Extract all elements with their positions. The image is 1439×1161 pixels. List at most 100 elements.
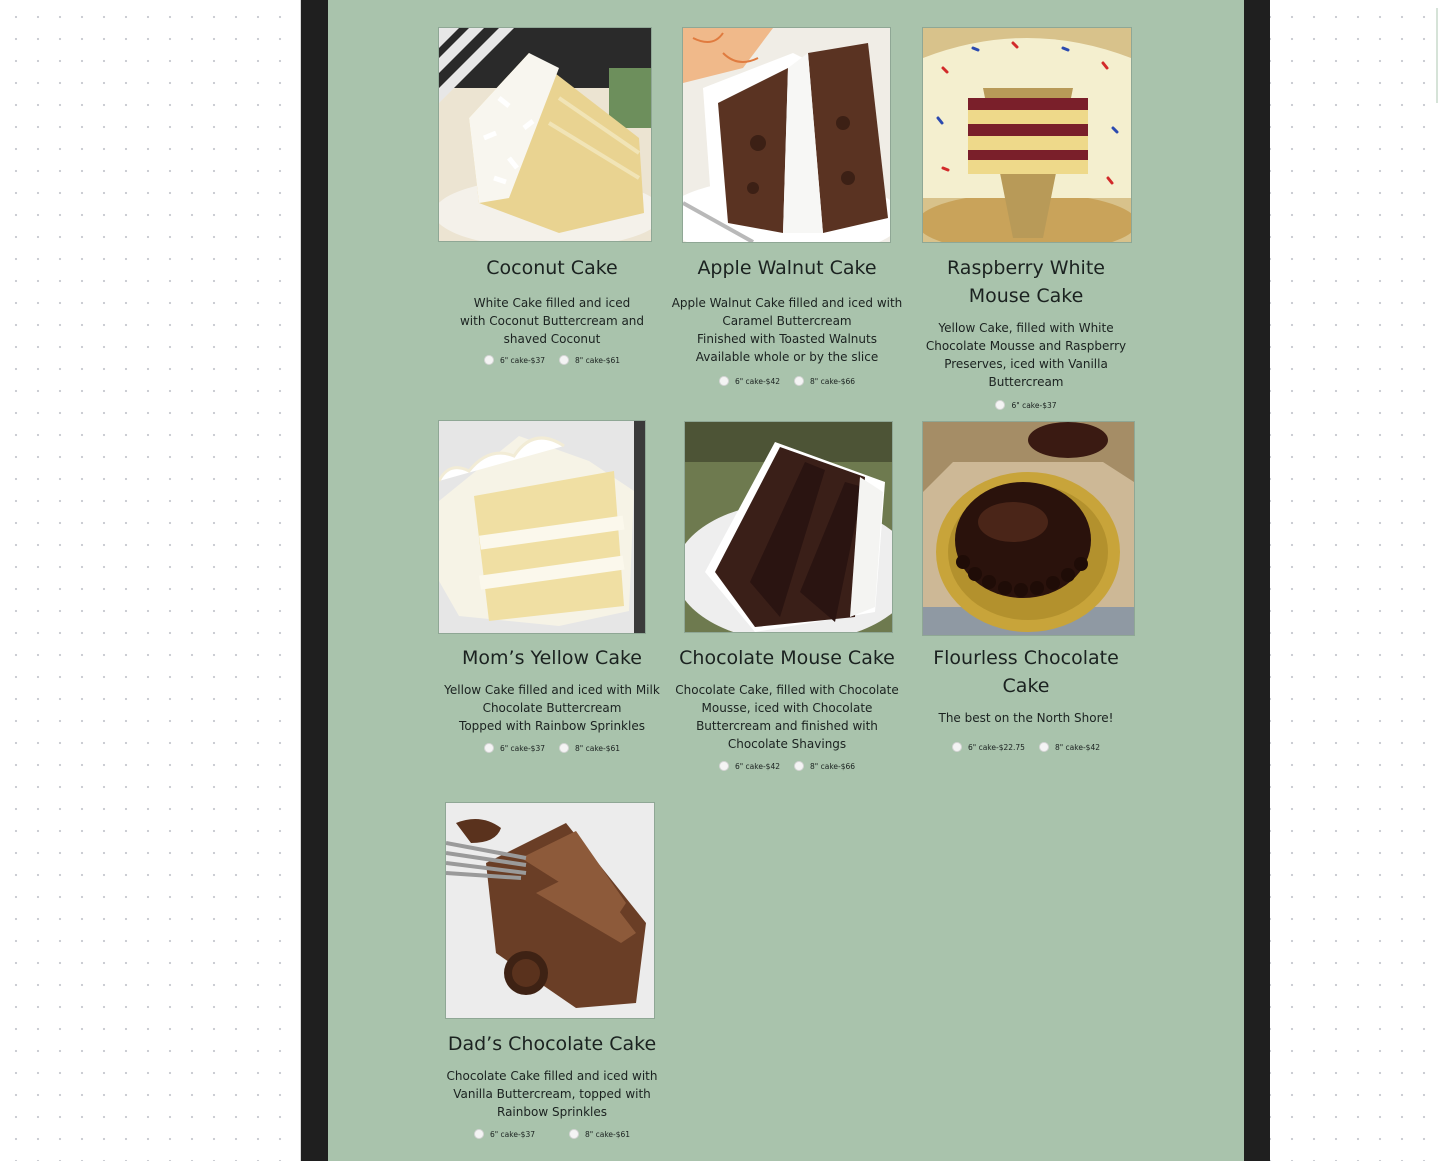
cake-photo-flourless-chocolate-image [923, 422, 1134, 635]
size-option-label: 6" cake-$37 [499, 743, 545, 753]
cake-photo-dads-chocolate-image [446, 803, 654, 1018]
size-option-label: 8" cake-$42 [1054, 742, 1100, 752]
radio-button[interactable] [1038, 742, 1049, 752]
cake-description-flourless-chocolate: The best on the North Shore! [906, 709, 1146, 727]
cake-description-line: Chocolate Buttercream [482, 701, 622, 715]
cake-description-line: Chocolate Mousse and Raspberry [925, 339, 1127, 353]
radio-button[interactable] [794, 376, 804, 386]
size-option-label: 6" cake-$37 [1011, 400, 1057, 410]
cake-photo-apple-walnut[interactable] [682, 27, 891, 243]
size-options-chocolate-mouse: 6" cake-$42 8" cake-$66 [667, 761, 907, 771]
size-option-label: 8" cake-$61 [575, 743, 621, 753]
cake-description-dads-chocolate: Chocolate Cake filled and iced with Vani… [432, 1067, 672, 1121]
cake-photo-chocolate-mouse-image [685, 422, 892, 632]
cake-description-line: Preserves, iced with Vanilla [944, 357, 1108, 371]
cake-title-dads-chocolate: Dad’s Chocolate Cake [447, 1033, 657, 1055]
cake-photo-coconut[interactable] [438, 27, 652, 242]
size-option-6in[interactable]: 6" cake-$37 [483, 743, 545, 753]
cake-description-line: Topped with Rainbow Sprinkles [459, 719, 645, 733]
cake-title-apple-walnut: Apple Walnut Cake [697, 257, 877, 279]
cake-photo-raspberry-white[interactable] [922, 27, 1132, 243]
cake-description-line: Chocolate Shavings [727, 737, 847, 751]
size-option-6in[interactable]: 6" cake-$42 [718, 376, 780, 386]
size-option-8in[interactable]: 8" cake-$42 [1038, 742, 1100, 752]
size-option-6in[interactable]: 6" cake-$42 [718, 761, 780, 771]
cake-description-line: Yellow Cake, filled with White [938, 321, 1114, 335]
size-options-raspberry-white: 6" cake-$37 [906, 400, 1146, 410]
size-option-6in[interactable]: 6" cake-$37 [473, 1129, 535, 1139]
radio-button[interactable] [718, 761, 729, 771]
cake-description-line: Chocolate Cake filled and iced with [446, 1069, 658, 1083]
radio-button[interactable] [569, 1129, 579, 1139]
cake-description-line: Caramel Buttercream [722, 314, 852, 328]
cake-photo-dads-chocolate[interactable] [445, 802, 655, 1019]
radio-button[interactable] [995, 400, 1006, 410]
cake-photo-apple-walnut-image [683, 28, 890, 242]
cake-photo-moms-yellow[interactable] [438, 420, 646, 634]
size-option-6in[interactable]: 6" cake-$37 [995, 400, 1057, 410]
size-option-6in[interactable]: 6" cake-$22.75 [951, 742, 1025, 752]
cake-description-chocolate-mouse: Chocolate Cake, filled with Chocolate Mo… [667, 681, 907, 753]
radio-button[interactable] [794, 761, 804, 771]
size-option-label: 8" cake-$61 [585, 1129, 631, 1139]
cake-title-flourless-chocolate: Flourless Chocolate Cake [906, 644, 1146, 700]
radio-button[interactable] [951, 742, 962, 752]
cake-description-line: Available whole or by the slice [695, 350, 879, 364]
cake-photo-chocolate-mouse[interactable] [684, 421, 893, 633]
cake-description-line: Vanilla Buttercream, topped with [453, 1087, 651, 1101]
size-option-label: 6" cake-$37 [489, 1129, 535, 1139]
cake-description-coconut: White Cake filled and iced with Coconut … [432, 294, 672, 348]
cake-title-raspberry-white: Raspberry White Mouse Cake [906, 254, 1146, 310]
size-option-label: 8" cake-$66 [810, 761, 856, 771]
cake-photo-raspberry-white-image [923, 28, 1131, 242]
cake-description-apple-walnut: Apple Walnut Cake filled and iced with C… [667, 294, 907, 366]
cake-description-line: Mousse, iced with Chocolate [701, 701, 873, 715]
cake-title-moms-yellow: Mom’s Yellow Cake [462, 647, 642, 669]
cake-description-line: Finished with Toasted Walnuts [697, 332, 877, 346]
radio-button[interactable] [559, 743, 569, 753]
canvas-edge-marker [1436, 8, 1438, 103]
cake-description-line: with Coconut Buttercream and [459, 314, 645, 328]
cake-description-line: Chocolate Cake, filled with Chocolate [675, 683, 899, 697]
size-option-label: 8" cake-$61 [575, 355, 621, 365]
cake-title-line: Mouse Cake [968, 285, 1084, 307]
cake-description-line: Buttercream [988, 375, 1064, 389]
radio-button[interactable] [559, 355, 569, 365]
radio-button[interactable] [473, 1129, 484, 1139]
size-option-8in[interactable]: 8" cake-$61 [569, 1129, 630, 1139]
size-options-dads-chocolate: 6" cake-$37 8" cake-$61 [432, 1129, 672, 1139]
cake-title-line: Flourless Chocolate [933, 647, 1119, 669]
size-options-moms-yellow: 6" cake-$37 8" cake-$61 [432, 743, 672, 753]
cake-title-line: Cake [1002, 675, 1050, 697]
size-option-label: 6" cake-$42 [734, 376, 780, 386]
size-option-6in[interactable]: 6" cake-$37 [483, 355, 545, 365]
size-options-coconut: 6" cake-$37 8" cake-$61 [432, 355, 672, 365]
size-option-8in[interactable]: 8" cake-$61 [559, 355, 620, 365]
cake-photo-moms-yellow-image [439, 421, 645, 633]
size-option-label: 6" cake-$22.75 [967, 742, 1025, 752]
cake-title-coconut: Coconut Cake [486, 257, 618, 279]
size-option-label: 6" cake-$42 [734, 761, 780, 771]
size-option-8in[interactable]: 8" cake-$66 [794, 761, 855, 771]
cake-description-line: Rainbow Sprinkles [497, 1105, 607, 1119]
size-option-label: 6" cake-$37 [499, 355, 545, 365]
radio-button[interactable] [483, 743, 494, 753]
cake-menu-page: Coconut Cake White Cake filled and iced … [328, 0, 1244, 1161]
size-option-8in[interactable]: 8" cake-$66 [794, 376, 855, 386]
size-options-apple-walnut: 6" cake-$42 8" cake-$66 [667, 376, 907, 386]
size-option-8in[interactable]: 8" cake-$61 [559, 743, 620, 753]
cake-description-moms-yellow: Yellow Cake filled and iced with Milk Ch… [432, 681, 672, 735]
cake-description-line: The best on the North Shore! [938, 711, 1114, 725]
radio-button[interactable] [718, 376, 729, 386]
cake-description-line: Buttercream and finished with [696, 719, 878, 733]
size-options-flourless-chocolate: 6" cake-$22.75 8" cake-$42 [906, 742, 1146, 752]
cake-description-line: Yellow Cake filled and iced with Milk [444, 683, 660, 697]
cake-description-line: Apple Walnut Cake filled and iced with [671, 296, 903, 310]
size-option-label: 8" cake-$66 [810, 376, 856, 386]
cake-photo-coconut-image [439, 28, 651, 241]
cake-title-line: Raspberry White [947, 257, 1105, 279]
cake-photo-flourless-chocolate[interactable] [922, 421, 1135, 636]
cake-description-line: White Cake filled and iced [473, 296, 631, 310]
cake-description-line: shaved Coconut [503, 332, 601, 346]
radio-button[interactable] [483, 355, 494, 365]
